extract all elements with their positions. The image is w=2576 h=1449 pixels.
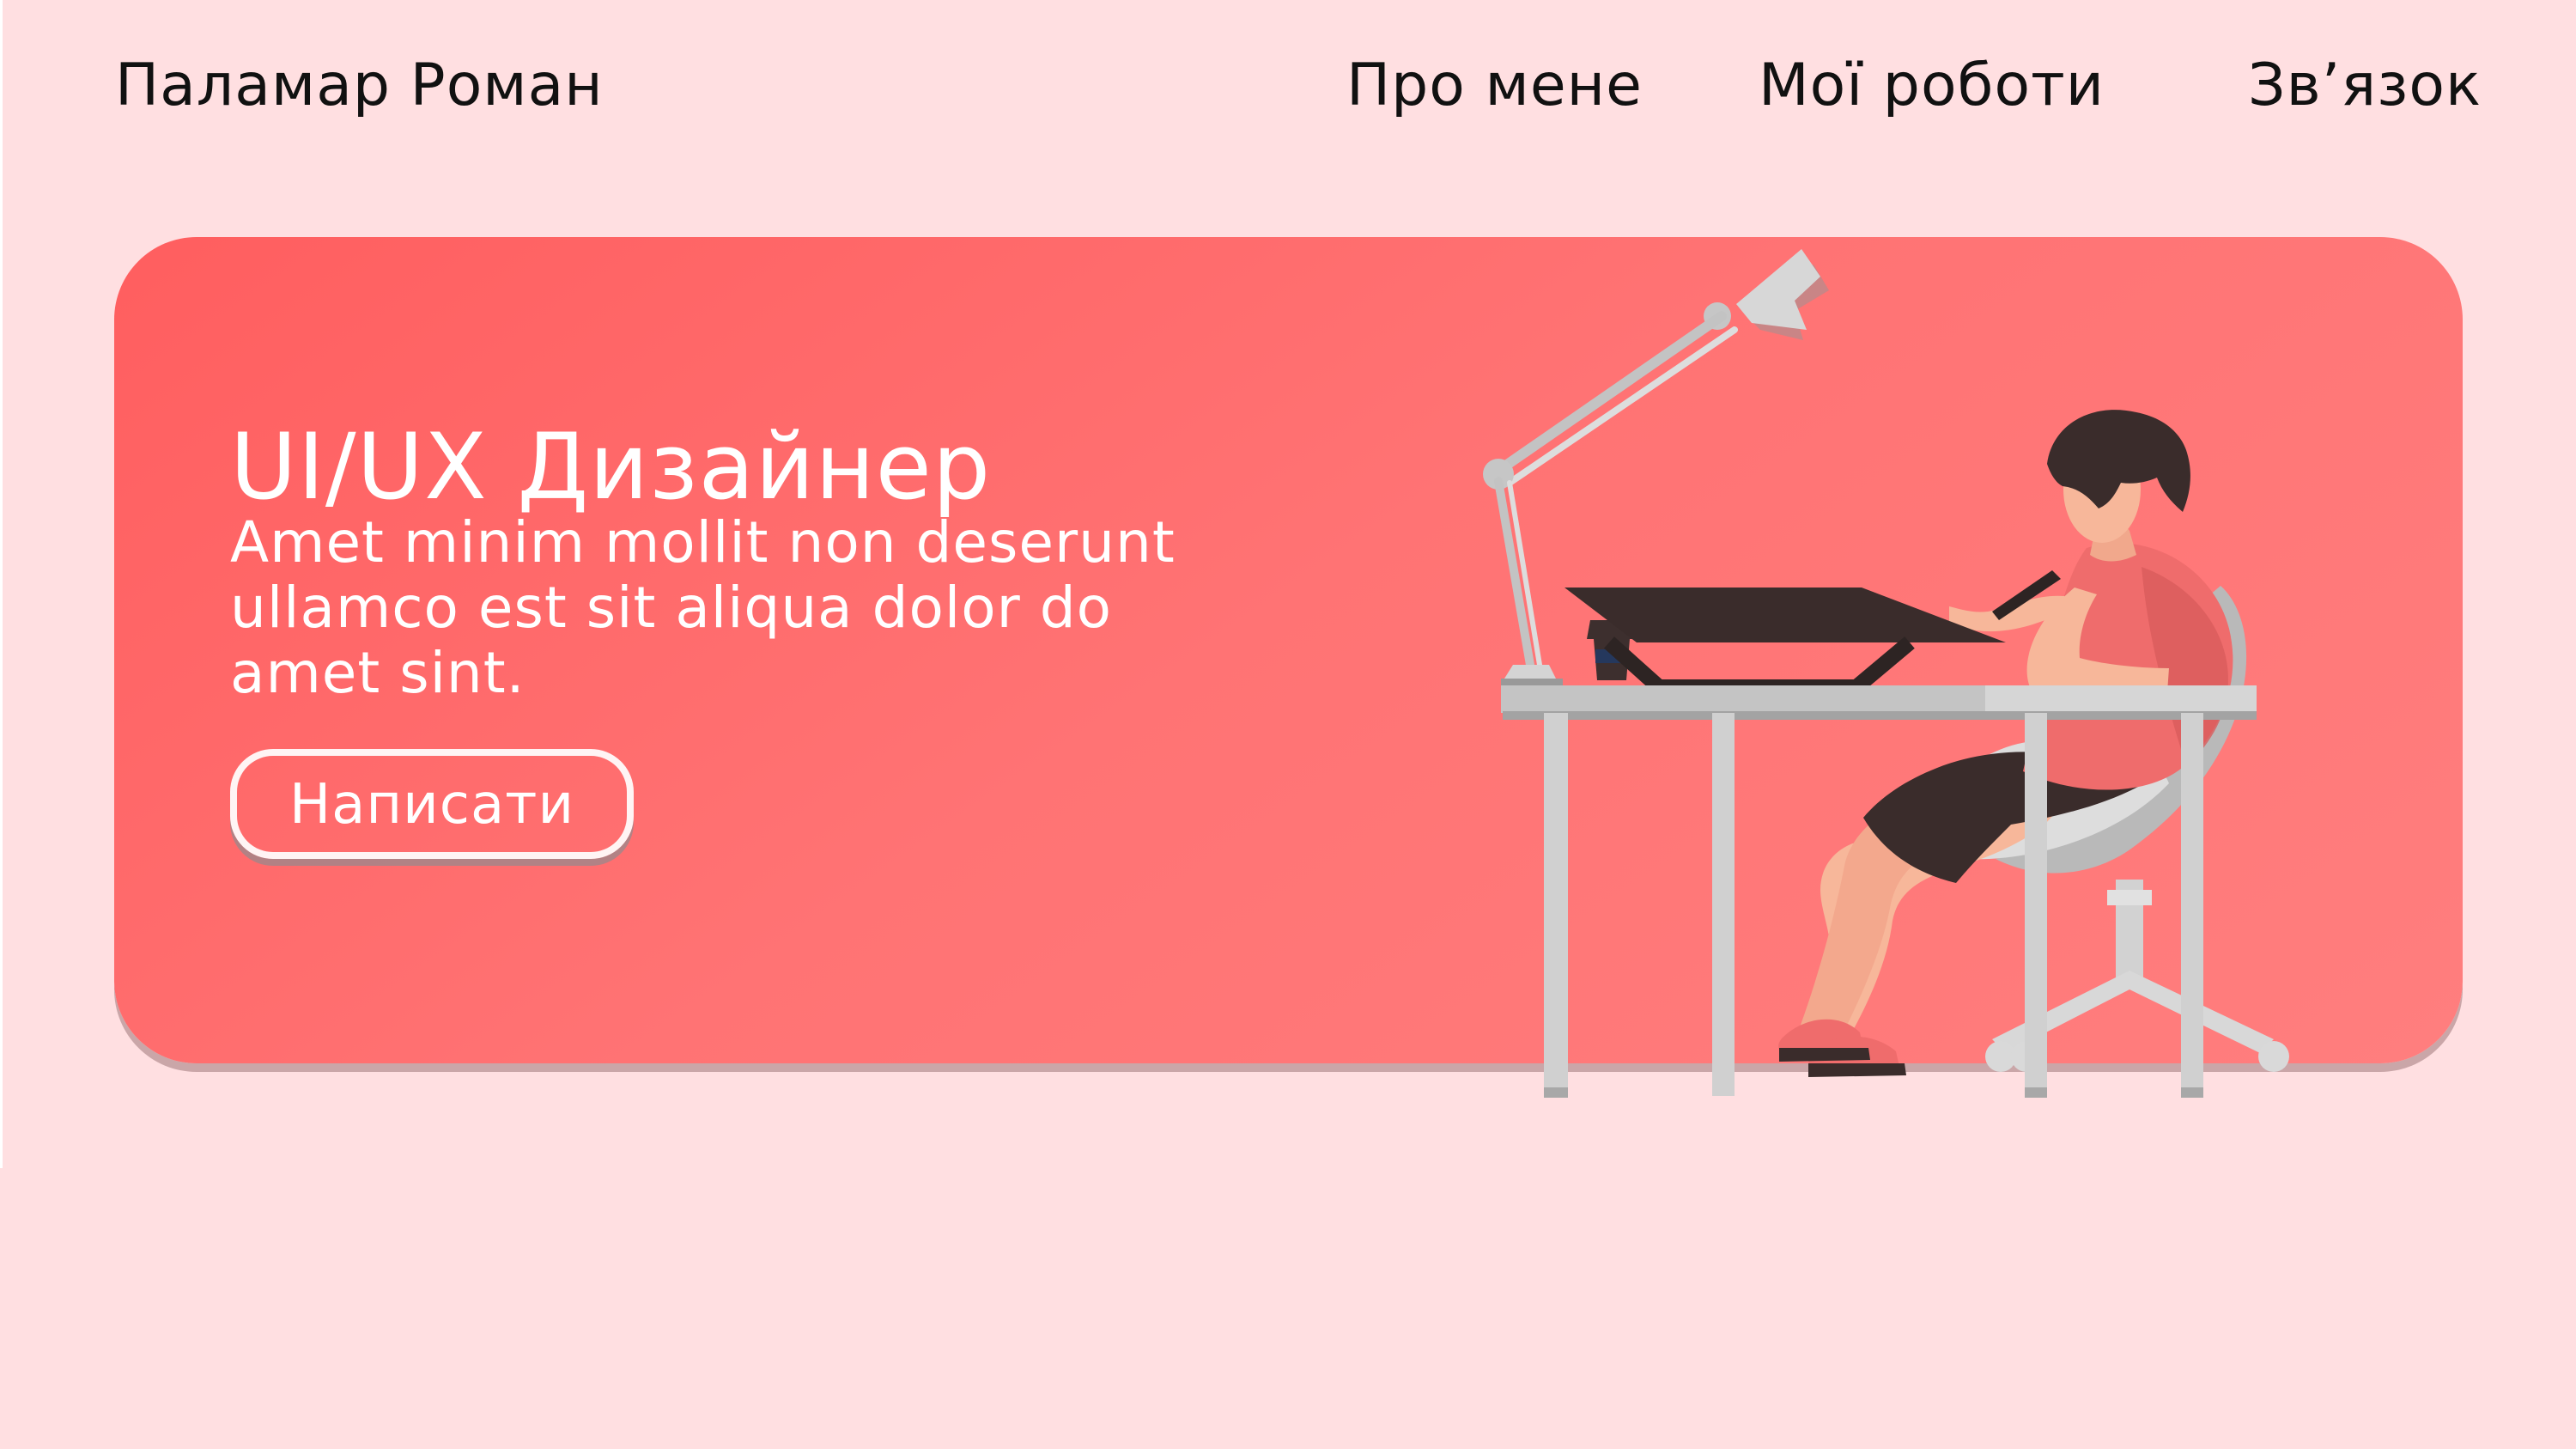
designer <box>1800 410 2233 1055</box>
lamp-arm-upper-a <box>1493 311 1727 476</box>
desk-leg-left-shadow <box>1544 1087 1568 1098</box>
chair-wheel-right <box>2258 1041 2289 1072</box>
hero-title: UI/UX Дизайнер <box>230 414 992 520</box>
desk-top-right <box>1985 685 2257 713</box>
brand-name: Паламар Роман <box>115 52 604 119</box>
designer-at-desk-illustration <box>1483 249 2289 1098</box>
drawing-tablet-screen <box>1564 588 2006 642</box>
desk-leg-right-shadow <box>2025 1087 2047 1098</box>
left-edge-strip <box>0 0 3 1168</box>
desk-leg-middle <box>1712 713 1735 1096</box>
portfolio-page: Паламар Роман Про мене Мої роботи Звʼязо… <box>0 0 2576 1449</box>
desk-top-shadow <box>1503 711 2257 720</box>
chair-post-cap <box>2107 890 2152 905</box>
designer-shoes <box>1778 1019 1906 1077</box>
lamp-arm-upper-b <box>1506 326 1738 486</box>
nav-contact-link[interactable]: Звʼязок <box>2248 50 2482 122</box>
write-button[interactable]: Написати <box>230 749 634 859</box>
desk-leg-right <box>2025 713 2047 1096</box>
nav-works-link[interactable]: Мої роботи <box>1759 50 2105 122</box>
drawing-tablet-stand <box>1603 636 1915 695</box>
nav-about-link[interactable]: Про мене <box>1346 50 1643 122</box>
desk-leg-far-right-shadow <box>2181 1087 2203 1098</box>
site-header: Паламар Роман Про мене Мої роботи Звʼязо… <box>0 0 2576 172</box>
desk-leg-left <box>1544 713 1568 1096</box>
hero-description: Amet minim mollit non deserunt ullamco e… <box>230 509 1176 706</box>
desk-leg-far-right <box>2181 713 2203 1096</box>
lamp-base <box>1504 665 1556 679</box>
designer-shoe-sole-back <box>1808 1063 1906 1077</box>
designer-shoe-sole-front <box>1779 1048 1870 1062</box>
